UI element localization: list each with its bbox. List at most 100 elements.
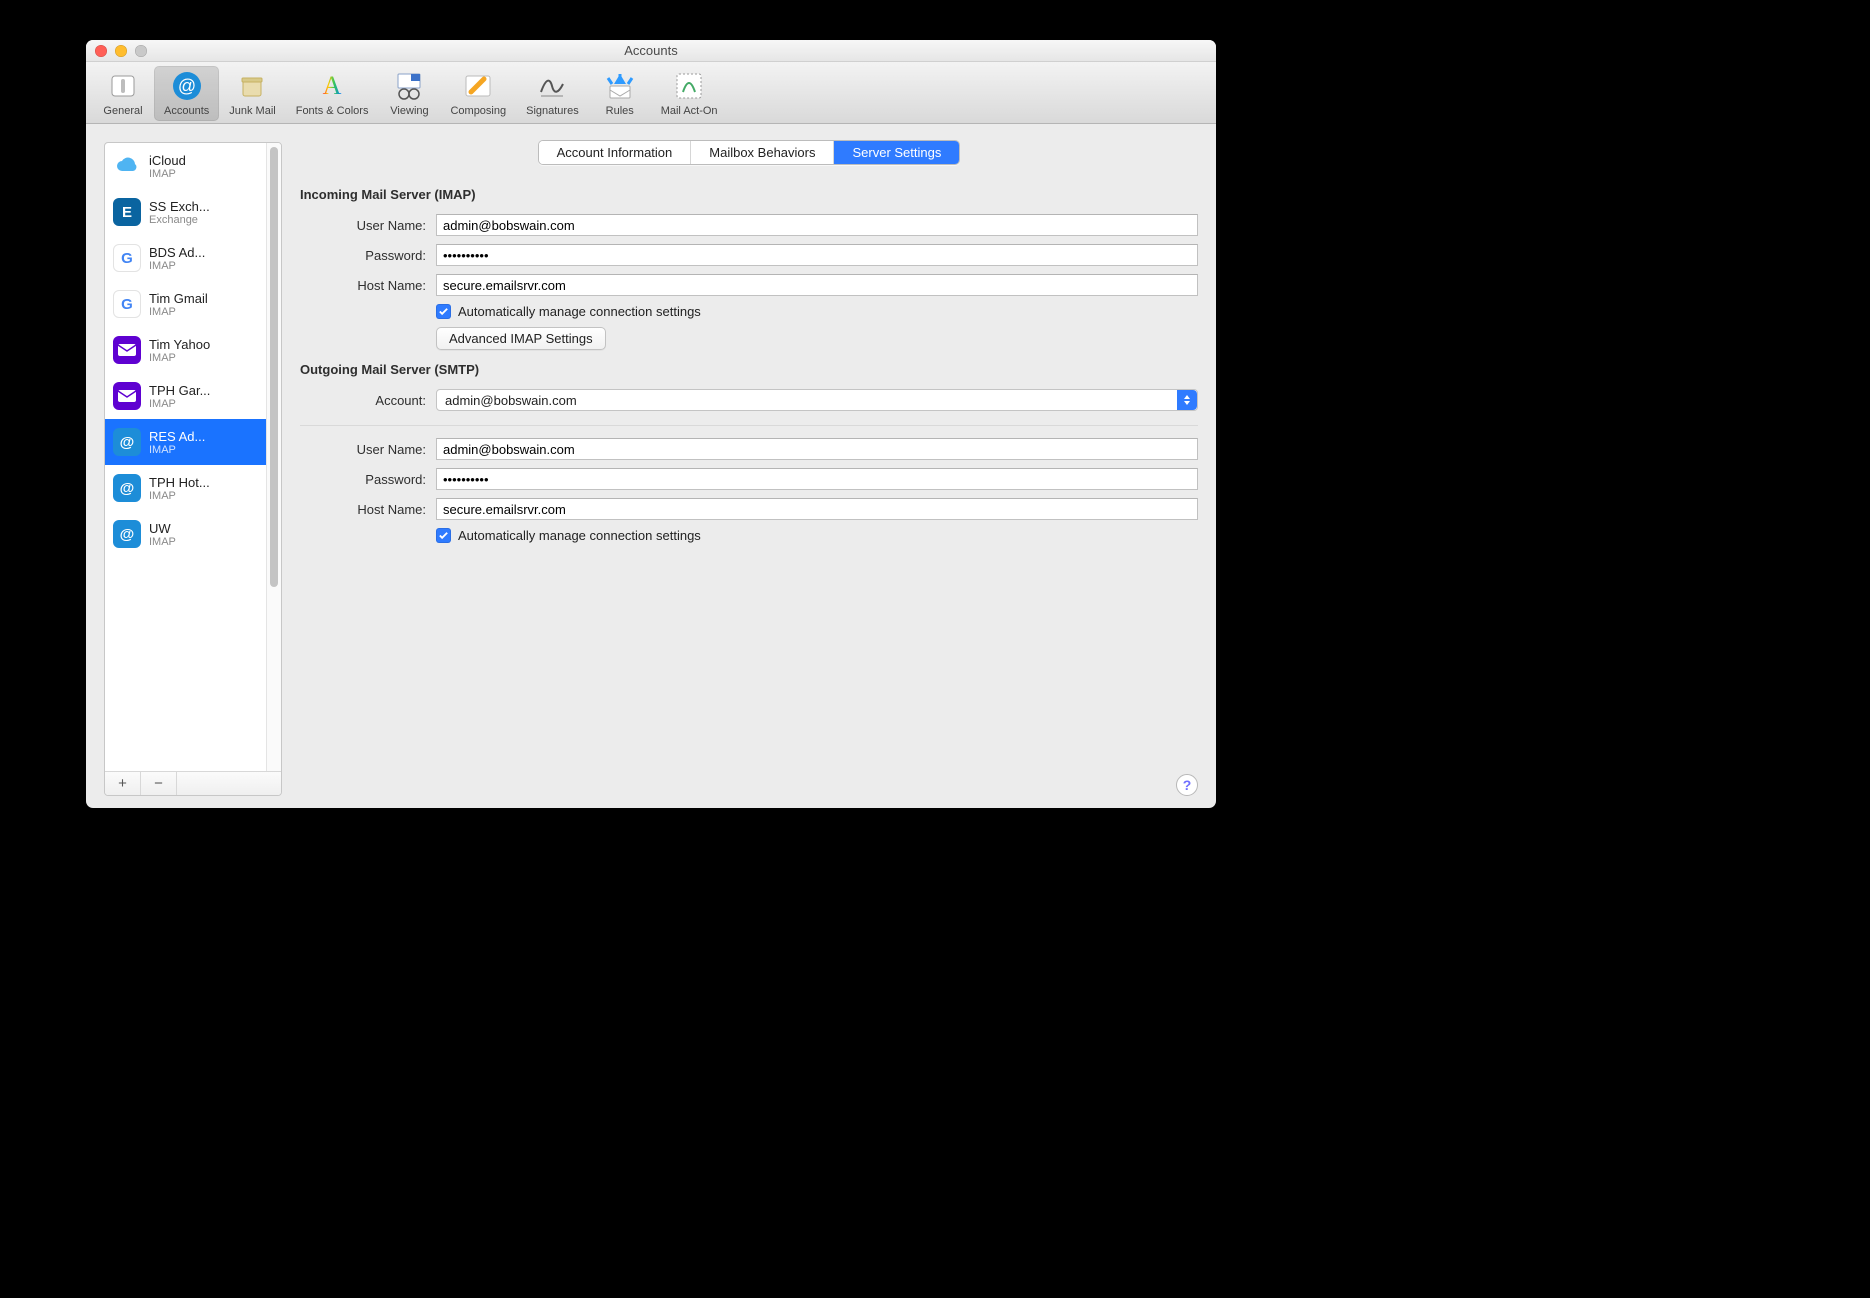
main-panel: Account Information Mailbox Behaviors Se… — [300, 142, 1198, 796]
close-icon[interactable] — [95, 45, 107, 57]
account-row-icloud[interactable]: iCloud IMAP — [105, 143, 281, 189]
toolbar-fonts[interactable]: A Fonts & Colors — [286, 66, 379, 121]
at-icon: @ — [113, 428, 141, 456]
account-type: Exchange — [149, 214, 210, 226]
fonts-icon: A — [315, 69, 349, 103]
incoming-title: Incoming Mail Server (IMAP) — [300, 187, 1198, 202]
tab-server-settings[interactable]: Server Settings — [833, 141, 959, 164]
outgoing-hostname-field[interactable] — [436, 498, 1198, 520]
incoming-hostname-label: Host Name: — [300, 278, 426, 293]
outgoing-auto-label: Automatically manage connection settings — [458, 528, 701, 543]
outgoing-password-label: Password: — [300, 472, 426, 487]
remove-account-button[interactable]: − — [141, 772, 177, 795]
at-icon: @ — [113, 520, 141, 548]
toolbar-label: Mail Act-On — [661, 105, 718, 117]
toolbar-composing[interactable]: Composing — [440, 66, 516, 121]
scrollbar-track[interactable] — [266, 143, 281, 771]
toolbar-rules[interactable]: Rules — [589, 66, 651, 121]
toolbar: General @ Accounts Junk Mail A Fonts & C… — [86, 62, 1216, 124]
account-row-uw[interactable]: @ UW IMAP — [105, 511, 281, 557]
at-icon: @ — [170, 69, 204, 103]
preferences-window: Accounts General @ Accounts Junk Mail A … — [86, 40, 1216, 808]
exchange-icon: E — [113, 198, 141, 226]
toolbar-label: General — [103, 105, 142, 117]
google-icon: G — [113, 290, 141, 318]
toolbar-label: Rules — [606, 105, 634, 117]
window-controls — [95, 45, 147, 57]
toolbar-signatures[interactable]: Signatures — [516, 66, 589, 121]
outgoing-auto-checkbox[interactable] — [436, 528, 451, 543]
outgoing-account-label: Account: — [300, 393, 426, 408]
account-type: IMAP — [149, 444, 205, 456]
spacer — [177, 772, 281, 795]
account-name: Tim Gmail — [149, 291, 208, 306]
account-type: IMAP — [149, 490, 210, 502]
account-name: BDS Ad... — [149, 245, 205, 260]
incoming-auto-label: Automatically manage connection settings — [458, 304, 701, 319]
toolbar-accounts[interactable]: @ Accounts — [154, 66, 219, 121]
advanced-imap-button[interactable]: Advanced IMAP Settings — [436, 327, 606, 350]
outgoing-username-label: User Name: — [300, 442, 426, 457]
outgoing-username-field[interactable] — [436, 438, 1198, 460]
switch-icon — [106, 69, 140, 103]
account-type: IMAP — [149, 398, 210, 410]
incoming-hostname-field[interactable] — [436, 274, 1198, 296]
account-row-google-2[interactable]: G Tim Gmail IMAP — [105, 281, 281, 327]
toolbar-junk[interactable]: Junk Mail — [219, 66, 285, 121]
stamp-icon — [672, 69, 706, 103]
divider — [300, 425, 1198, 426]
tab-account-information[interactable]: Account Information — [539, 141, 691, 164]
account-tabs: Account Information Mailbox Behaviors Se… — [538, 140, 961, 165]
toolbar-label: Fonts & Colors — [296, 105, 369, 117]
account-name: Tim Yahoo — [149, 337, 210, 352]
mail-icon — [113, 336, 141, 364]
toolbar-label: Viewing — [390, 105, 428, 117]
minimize-icon[interactable] — [115, 45, 127, 57]
mail-icon — [113, 382, 141, 410]
help-button[interactable]: ? — [1176, 774, 1198, 796]
signature-icon — [535, 69, 569, 103]
account-row-tph-hot[interactable]: @ TPH Hot... IMAP — [105, 465, 281, 511]
outgoing-title: Outgoing Mail Server (SMTP) — [300, 362, 1198, 377]
sidebar-footer: + − — [105, 771, 281, 795]
window-title: Accounts — [624, 43, 677, 58]
tab-mailbox-behaviors[interactable]: Mailbox Behaviors — [690, 141, 833, 164]
account-row-google-1[interactable]: G BDS Ad... IMAP — [105, 235, 281, 281]
trash-icon — [235, 69, 269, 103]
account-name: UW — [149, 521, 176, 536]
account-name: iCloud — [149, 153, 186, 168]
accounts-list[interactable]: iCloud IMAP E SS Exch... Exchange G BDS … — [105, 143, 281, 771]
incoming-username-label: User Name: — [300, 218, 426, 233]
account-type: IMAP — [149, 168, 186, 180]
account-type: IMAP — [149, 306, 208, 318]
toolbar-mail-act-on[interactable]: Mail Act-On — [651, 66, 728, 121]
add-account-button[interactable]: + — [105, 772, 141, 795]
svg-text:A: A — [323, 71, 342, 100]
outgoing-password-field[interactable] — [436, 468, 1198, 490]
toolbar-viewing[interactable]: Viewing — [378, 66, 440, 121]
scrollbar-thumb[interactable] — [270, 147, 278, 587]
toolbar-general[interactable]: General — [92, 66, 154, 121]
account-row-res[interactable]: @ RES Ad... IMAP — [105, 419, 281, 465]
outgoing-hostname-label: Host Name: — [300, 502, 426, 517]
rules-icon — [603, 69, 637, 103]
account-type: IMAP — [149, 352, 210, 364]
incoming-username-field[interactable] — [436, 214, 1198, 236]
account-row-yahoo-1[interactable]: Tim Yahoo IMAP — [105, 327, 281, 373]
incoming-password-label: Password: — [300, 248, 426, 263]
incoming-auto-checkbox[interactable] — [436, 304, 451, 319]
outgoing-account-value: admin@bobswain.com — [445, 393, 577, 408]
account-row-exchange[interactable]: E SS Exch... Exchange — [105, 189, 281, 235]
google-icon: G — [113, 244, 141, 272]
outgoing-account-select[interactable]: admin@bobswain.com — [436, 389, 1198, 411]
zoom-icon[interactable] — [135, 45, 147, 57]
account-name: RES Ad... — [149, 429, 205, 444]
toolbar-label: Signatures — [526, 105, 579, 117]
accounts-sidebar: iCloud IMAP E SS Exch... Exchange G BDS … — [104, 142, 282, 796]
content: iCloud IMAP E SS Exch... Exchange G BDS … — [86, 124, 1216, 808]
at-icon: @ — [113, 474, 141, 502]
toolbar-label: Accounts — [164, 105, 209, 117]
toolbar-label: Composing — [450, 105, 506, 117]
account-row-yahoo-2[interactable]: TPH Gar... IMAP — [105, 373, 281, 419]
incoming-password-field[interactable] — [436, 244, 1198, 266]
